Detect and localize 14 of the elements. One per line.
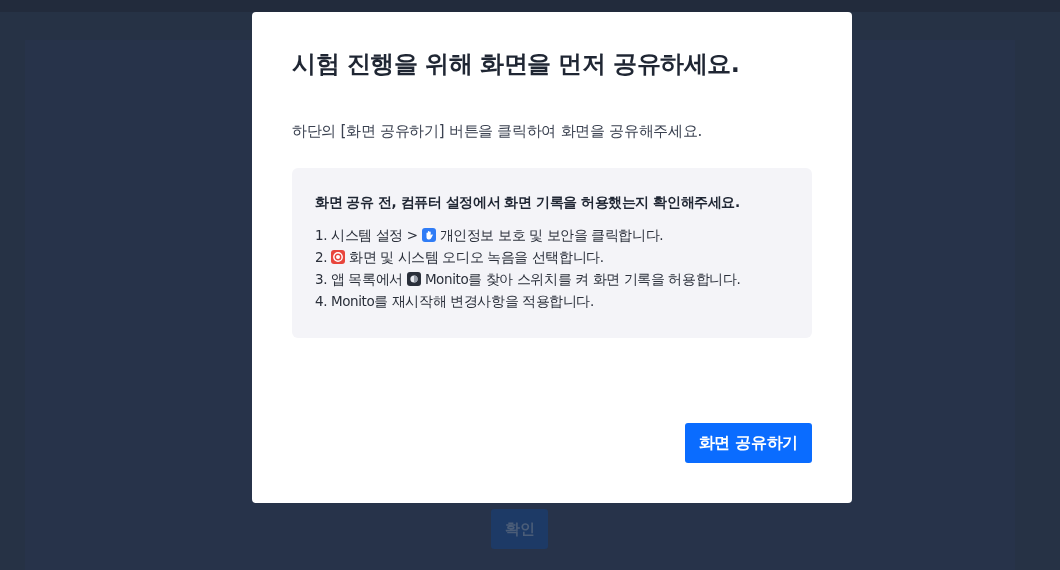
step-text: 2. (315, 248, 328, 267)
dialog-title: 시험 진행을 위해 화면을 먼저 공유하세요. (292, 49, 741, 80)
app-icon (406, 272, 421, 286)
hand-icon (421, 228, 436, 242)
step-text: 3. 앱 목록에서 (315, 270, 403, 289)
notice-heading: 화면 공유 전, 컴퓨터 설정에서 화면 기록을 허용했는지 확인해주세요. (315, 193, 741, 212)
step-text: 개인정보 보호 및 보안을 클릭합니다. (439, 226, 664, 245)
step-text: 4. Monito를 재시작해 변경사항을 적용합니다. (315, 292, 594, 311)
step-text: Monito를 찾아 스위치를 켜 화면 기록을 허용합니다. (424, 270, 741, 289)
step-text: 화면 및 시스템 오디오 녹음을 선택합니다. (349, 248, 604, 267)
share-screen-button[interactable]: 화면 공유하기 (684, 423, 812, 463)
step-text: 1. 시스템 설정 > (315, 226, 418, 245)
dialog-subtitle: 하단의 [화면 공유하기] 버튼을 클릭하여 화면을 공유해주세요. (292, 121, 703, 142)
record-icon (331, 250, 346, 264)
